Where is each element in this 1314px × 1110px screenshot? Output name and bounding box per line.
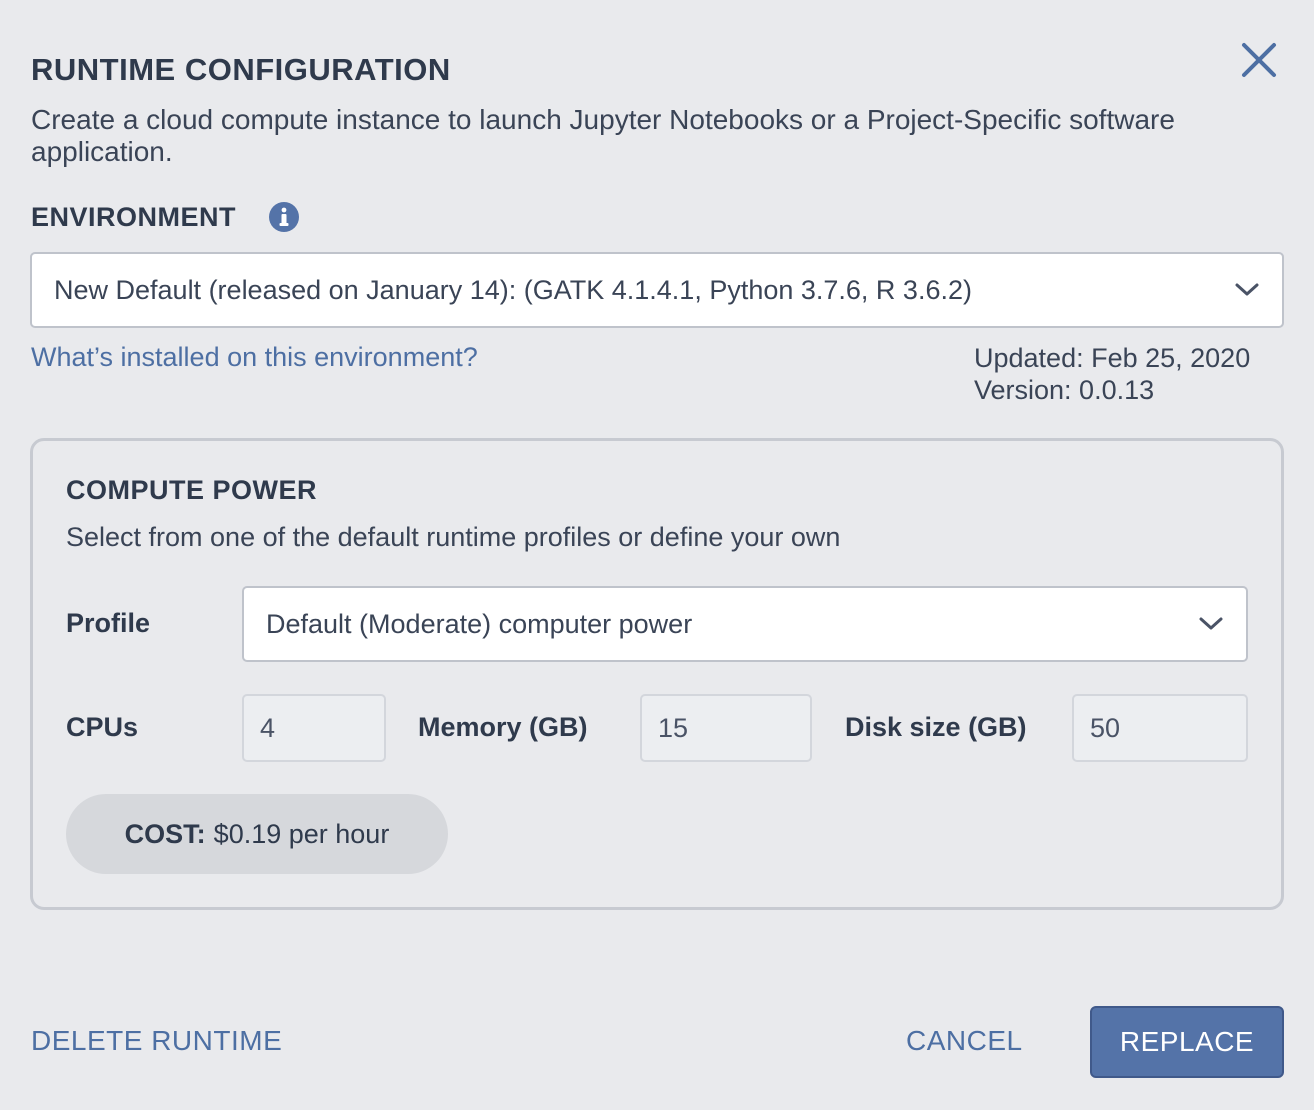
profile-label: Profile [66,608,151,638]
info-icon[interactable] [268,201,300,233]
profile-select[interactable]: Default (Moderate) computer power [242,586,1248,662]
replace-button[interactable]: REPLACE [1090,1006,1284,1078]
cost-badge: COST: $0.19 per hour [66,794,448,874]
disk-size-input[interactable]: 50 [1072,694,1248,762]
dialog-description: Create a cloud compute instance to launc… [31,104,1175,167]
cost-value: $0.19 per hour [213,818,390,849]
cpus-input[interactable]: 4 [242,694,386,762]
environment-select-value: New Default (released on January 14): (G… [54,274,972,305]
dialog-title: RUNTIME CONFIGURATION [31,52,451,87]
chevron-down-icon [1199,617,1223,630]
version: Version: 0.0.13 [974,375,1155,405]
disk-size-label: Disk size (GB) [845,712,1027,742]
cancel-button[interactable]: CANCEL [906,1025,1023,1057]
updated-date: Updated: Feb 25, 2020 [974,343,1251,373]
environment-label: ENVIRONMENT [31,202,237,232]
close-button[interactable] [1236,40,1282,80]
close-icon [1242,43,1276,77]
delete-runtime-button[interactable]: DELETE RUNTIME [31,1025,282,1057]
chevron-down-icon [1235,283,1259,296]
memory-label: Memory (GB) [418,712,588,742]
memory-input[interactable]: 15 [640,694,812,762]
cpus-label: CPUs [66,712,139,742]
environment-select[interactable]: New Default (released on January 14): (G… [30,252,1284,328]
cost-label: COST: [124,818,206,849]
profile-select-value: Default (Moderate) computer power [266,608,693,639]
environment-meta: Updated: Feb 25, 2020 Version: 0.0.13 [974,342,1250,406]
compute-power-description: Select from one of the default runtime p… [66,522,841,552]
environment-info-link[interactable]: What’s installed on this environment? [31,342,478,373]
compute-power-title: COMPUTE POWER [66,475,318,505]
